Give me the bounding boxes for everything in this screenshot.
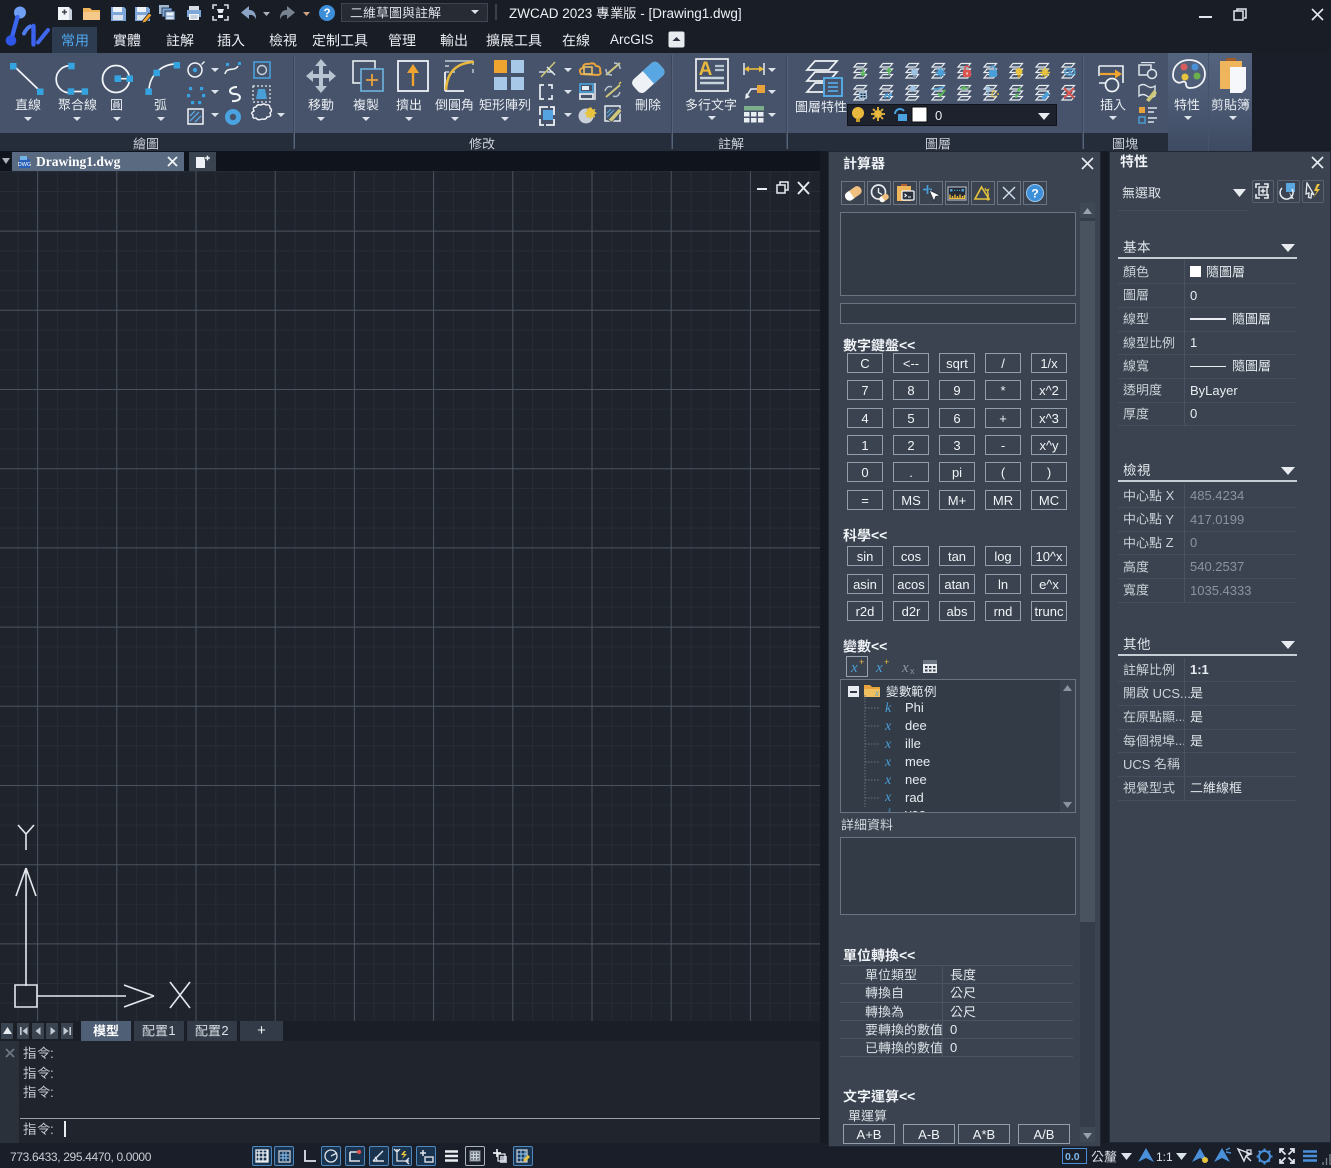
svg-text:x: x xyxy=(901,660,909,676)
svg-text:x: x xyxy=(875,660,883,676)
svg-text:x: x xyxy=(884,755,892,769)
svg-text:x: x xyxy=(884,790,892,804)
svg-text:x: x xyxy=(884,773,892,787)
svg-text:?: ? xyxy=(323,8,330,20)
svg-text:+: + xyxy=(859,658,864,667)
svg-text:x: x xyxy=(887,806,892,813)
svg-text:k: k xyxy=(885,701,892,715)
svg-text:DWG: DWG xyxy=(18,162,31,168)
svg-text:x: x xyxy=(910,666,915,676)
svg-text:x: x xyxy=(884,737,892,751)
svg-text:+: + xyxy=(884,658,889,667)
svg-text:x: x xyxy=(850,660,858,676)
svg-text:?: ? xyxy=(1031,187,1038,201)
svg-text:x: x xyxy=(884,719,892,733)
